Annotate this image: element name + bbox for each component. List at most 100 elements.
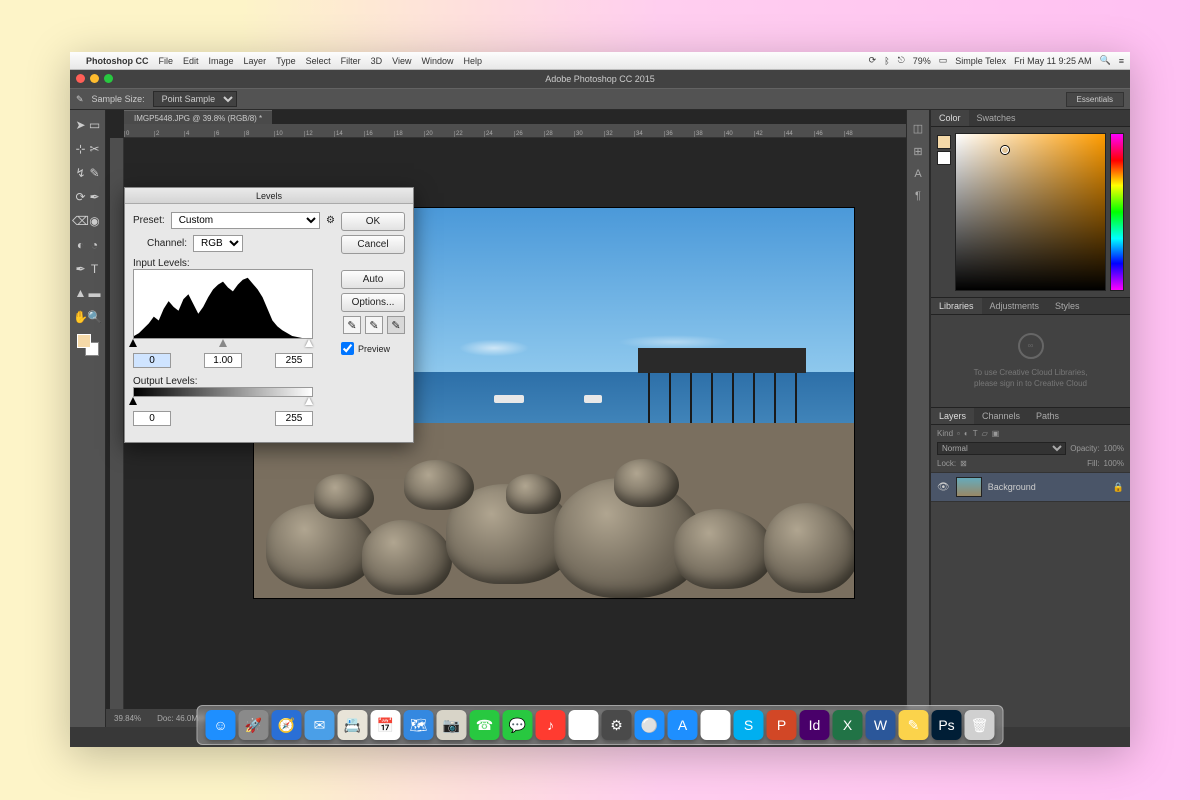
dock-app[interactable]: Id: [800, 710, 830, 740]
brush-tool-icon[interactable]: ✒: [88, 186, 102, 208]
workspace-switcher[interactable]: Essentials: [1066, 92, 1124, 107]
preset-menu-icon[interactable]: ⚙: [326, 215, 335, 226]
output-slider[interactable]: [133, 399, 313, 407]
input-slider[interactable]: [133, 341, 313, 349]
menu-window[interactable]: Window: [421, 56, 453, 66]
output-black-field[interactable]: [133, 411, 171, 426]
dock-app[interactable]: Ps: [932, 710, 962, 740]
output-white-field[interactable]: [275, 411, 313, 426]
history-panel-icon[interactable]: ◫: [913, 122, 923, 135]
dock-app[interactable]: ⚙: [602, 710, 632, 740]
styles-tab[interactable]: Styles: [1047, 298, 1088, 314]
fill-value[interactable]: 100%: [1104, 459, 1124, 468]
input-source[interactable]: Simple Telex: [955, 56, 1006, 66]
channel-select[interactable]: RGB: [193, 235, 243, 252]
cloud-sync-icon[interactable]: ⟳: [869, 55, 877, 66]
character-panel-icon[interactable]: A: [914, 168, 921, 180]
filter-shape-icon[interactable]: ▱: [982, 429, 988, 438]
gray-point-eyedropper-icon[interactable]: ✎: [365, 316, 383, 334]
eyedropper-icon[interactable]: ✎: [88, 162, 102, 184]
layer-row[interactable]: 👁 Background 🔒: [931, 472, 1130, 502]
preview-checkbox[interactable]: [341, 342, 354, 355]
layers-tab[interactable]: Layers: [931, 408, 974, 424]
window-close-button[interactable]: [76, 74, 85, 83]
notification-center-icon[interactable]: ≡: [1119, 56, 1124, 66]
spotlight-icon[interactable]: 🔍: [1100, 55, 1111, 66]
properties-panel-icon[interactable]: ⊞: [913, 145, 922, 158]
window-minimize-button[interactable]: [90, 74, 99, 83]
lock-all-icon[interactable]: ⊠: [960, 459, 967, 468]
dock-app[interactable]: 📇: [338, 710, 368, 740]
dock-app[interactable]: S: [734, 710, 764, 740]
blend-mode-select[interactable]: Normal: [937, 442, 1066, 455]
white-point-eyedropper-icon[interactable]: ✎: [387, 316, 405, 334]
menu-select[interactable]: Select: [306, 56, 331, 66]
marquee-tool-icon[interactable]: ▭: [88, 114, 102, 136]
background-swatch[interactable]: [937, 151, 951, 165]
color-field[interactable]: [955, 133, 1106, 291]
menu-3d[interactable]: 3D: [371, 56, 383, 66]
input-gamma-field[interactable]: [204, 353, 242, 368]
swatches-tab[interactable]: Swatches: [969, 110, 1024, 126]
menu-edit[interactable]: Edit: [183, 56, 199, 66]
dock-app[interactable]: ♪: [536, 710, 566, 740]
foreground-swatch[interactable]: [937, 135, 951, 149]
menu-type[interactable]: Type: [276, 56, 296, 66]
dock-app[interactable]: ☎: [470, 710, 500, 740]
wifi-icon[interactable]: ⎋: [898, 55, 905, 66]
paragraph-panel-icon[interactable]: ¶: [915, 190, 921, 202]
path-tool-icon[interactable]: ▲: [74, 282, 88, 304]
pen-tool-icon[interactable]: ✒: [74, 258, 88, 280]
stamp-tool-icon[interactable]: ⌫: [74, 210, 88, 232]
hand-tool-icon[interactable]: ✋: [74, 306, 88, 328]
paths-tab[interactable]: Paths: [1028, 408, 1067, 424]
sample-size-select[interactable]: Point Sample: [153, 91, 237, 107]
input-black-field[interactable]: [133, 353, 171, 368]
dock-app[interactable]: 🚀: [239, 710, 269, 740]
blur-tool-icon[interactable]: ◔: [88, 234, 102, 256]
dock-app[interactable]: ✉: [305, 710, 335, 740]
dock-app[interactable]: ♫: [569, 710, 599, 740]
input-white-field[interactable]: [275, 353, 313, 368]
dock-app[interactable]: P: [767, 710, 797, 740]
color-tab[interactable]: Color: [931, 110, 969, 126]
auto-button[interactable]: Auto: [341, 270, 405, 289]
lasso-tool-icon[interactable]: ⊹: [74, 138, 88, 160]
menu-file[interactable]: File: [159, 56, 174, 66]
shape-tool-icon[interactable]: ▬: [88, 282, 102, 304]
dock-app[interactable]: 🗑: [965, 710, 995, 740]
channels-tab[interactable]: Channels: [974, 408, 1028, 424]
menu-filter[interactable]: Filter: [341, 56, 361, 66]
dock-app[interactable]: 📅: [371, 710, 401, 740]
ok-button[interactable]: OK: [341, 212, 405, 231]
dock-app[interactable]: X: [833, 710, 863, 740]
type-tool-icon[interactable]: T: [88, 258, 102, 280]
move-tool-icon[interactable]: ➤: [74, 114, 88, 136]
eyedropper-tool-icon[interactable]: ✎: [76, 94, 84, 105]
heal-tool-icon[interactable]: ⟳: [74, 186, 88, 208]
hue-slider[interactable]: [1110, 133, 1124, 291]
black-point-eyedropper-icon[interactable]: ✎: [343, 316, 361, 334]
menu-help[interactable]: Help: [463, 56, 482, 66]
filter-adjustment-icon[interactable]: ◐: [964, 429, 969, 438]
color-swatch-tool[interactable]: [77, 334, 99, 356]
bluetooth-icon[interactable]: ᛒ: [884, 56, 889, 66]
options-button[interactable]: Options...: [341, 293, 405, 312]
menu-image[interactable]: Image: [209, 56, 234, 66]
clock[interactable]: Fri May 11 9:25 AM: [1014, 56, 1091, 66]
libraries-tab[interactable]: Libraries: [931, 298, 982, 314]
zoom-tool-icon[interactable]: 🔍: [88, 306, 102, 328]
dock-app[interactable]: ⚪: [635, 710, 665, 740]
dock-app[interactable]: 💬: [503, 710, 533, 740]
filter-pixel-icon[interactable]: ▫: [957, 429, 960, 438]
dock-app[interactable]: ✎: [899, 710, 929, 740]
crop-tool-icon[interactable]: ✂: [88, 138, 102, 160]
dock-app[interactable]: 🧭: [272, 710, 302, 740]
preset-select[interactable]: Custom: [171, 212, 320, 229]
zoom-level[interactable]: 39.84%: [114, 714, 141, 723]
battery-icon[interactable]: ▭: [939, 55, 948, 66]
layer-thumbnail[interactable]: [956, 477, 982, 497]
gradient-tool-icon[interactable]: ◐: [74, 234, 88, 256]
dock-app[interactable]: 🗺: [404, 710, 434, 740]
wand-tool-icon[interactable]: ↯: [74, 162, 88, 184]
